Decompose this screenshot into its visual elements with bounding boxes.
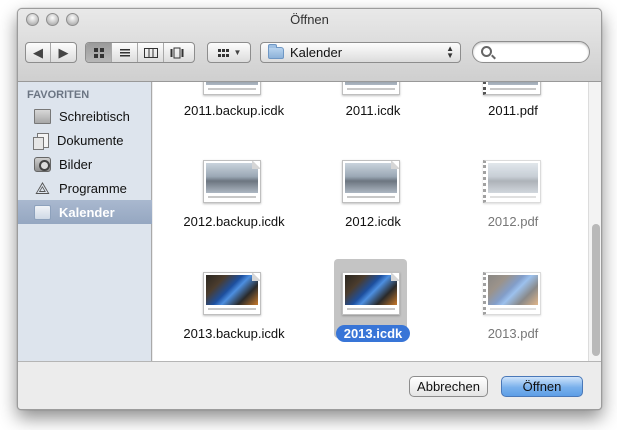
documents-icon — [33, 132, 49, 150]
camera-icon — [34, 156, 51, 172]
file-thumbnail[interactable] — [203, 160, 261, 203]
sidebar-item-label: Bilder — [59, 156, 93, 172]
location-popup[interactable]: Kalender ▲ ▼ — [260, 42, 461, 63]
desktop-icon — [34, 108, 51, 124]
back-forward-control: ◀ ▶ — [25, 42, 77, 63]
sidebar-item-programme[interactable]: ⟁ Programme — [18, 176, 152, 200]
file-thumbnail[interactable] — [203, 272, 261, 315]
sidebar-item-dokumente[interactable]: Dokumente — [18, 128, 152, 152]
search-input[interactable] — [497, 44, 585, 60]
file-label[interactable]: 2013.backup.icdk — [166, 326, 302, 341]
arrange-menu-button[interactable]: ▼ — [207, 42, 251, 63]
cancel-button[interactable]: Abbrechen — [409, 376, 488, 397]
sidebar-item-label: Programme — [59, 180, 127, 196]
file-thumbnail[interactable] — [342, 160, 400, 203]
sidebar-item-label: Schreibtisch — [59, 108, 130, 124]
list-view-icon — [119, 48, 130, 56]
popup-arrows-icon: ▲ ▼ — [446, 44, 454, 60]
chevron-right-icon: ▶ — [58, 44, 69, 60]
scrollbar-thumb[interactable] — [592, 224, 600, 356]
open-button[interactable]: Öffnen — [501, 376, 583, 397]
column-view-icon — [143, 47, 158, 58]
search-icon — [481, 46, 492, 57]
icon-view-icon — [93, 47, 104, 58]
sidebar-item-label: Kalender — [59, 204, 115, 220]
file-label[interactable]: 2011.pdf — [445, 103, 581, 118]
title-bar: Öffnen ◀ ▶ ▼ Kalender ▲ ▼ — [18, 9, 601, 82]
coverflow-view-icon — [170, 47, 184, 58]
chevron-down-icon: ▼ — [233, 48, 242, 57]
search-field[interactable] — [472, 41, 590, 63]
forward-button[interactable]: ▶ — [51, 43, 76, 62]
column-view-button[interactable] — [138, 43, 164, 62]
window-title: Öffnen — [290, 12, 329, 27]
list-view-button[interactable] — [112, 43, 138, 62]
sidebar-item-schreibtisch[interactable]: Schreibtisch — [18, 104, 152, 128]
coverflow-view-button[interactable] — [164, 43, 190, 62]
file-label[interactable]: 2011.icdk — [305, 103, 441, 118]
file-thumbnail-disabled — [483, 160, 541, 203]
file-thumbnail[interactable] — [342, 82, 400, 95]
file-label[interactable]: 2012.icdk — [305, 214, 441, 229]
file-thumbnail-selected[interactable] — [342, 272, 400, 315]
sidebar-item-kalender[interactable]: Kalender — [18, 200, 152, 224]
folder-icon — [34, 204, 51, 220]
sidebar-item-label: Dokumente — [57, 132, 124, 148]
file-label-disabled: 2012.pdf — [487, 214, 539, 229]
chevron-left-icon: ◀ — [33, 44, 43, 60]
file-browser: 2011.backup.icdk 2011.icdk 2011.pdf 2012… — [153, 82, 601, 361]
arrange-grid-icon — [217, 48, 229, 57]
back-button[interactable]: ◀ — [26, 43, 52, 62]
file-thumbnail[interactable] — [203, 82, 261, 95]
sidebar-item-bilder[interactable]: Bilder — [18, 152, 152, 176]
file-label[interactable]: 2012.backup.icdk — [166, 214, 302, 229]
file-label-disabled: 2013.pdf — [487, 326, 539, 341]
file-label-selected[interactable]: 2013.icdk — [305, 325, 441, 342]
file-thumbnail-disabled — [483, 272, 541, 315]
open-dialog-window: Öffnen ◀ ▶ ▼ Kalender ▲ ▼ FAVORITEN Schr… — [17, 8, 602, 410]
file-label[interactable]: 2011.backup.icdk — [166, 103, 302, 118]
dialog-button-bar: Abbrechen Öffnen — [18, 361, 601, 409]
folder-icon — [268, 43, 284, 59]
location-label: Kalender — [290, 45, 343, 60]
sidebar: FAVORITEN Schreibtisch Dokumente Bilder … — [18, 82, 152, 361]
applications-icon: ⟁ — [34, 178, 51, 198]
sidebar-heading: FAVORITEN — [27, 89, 90, 101]
view-mode-control — [85, 42, 195, 63]
file-thumbnail[interactable] — [483, 82, 541, 95]
icon-view-button[interactable] — [86, 43, 112, 62]
vertical-scrollbar[interactable] — [588, 82, 601, 361]
